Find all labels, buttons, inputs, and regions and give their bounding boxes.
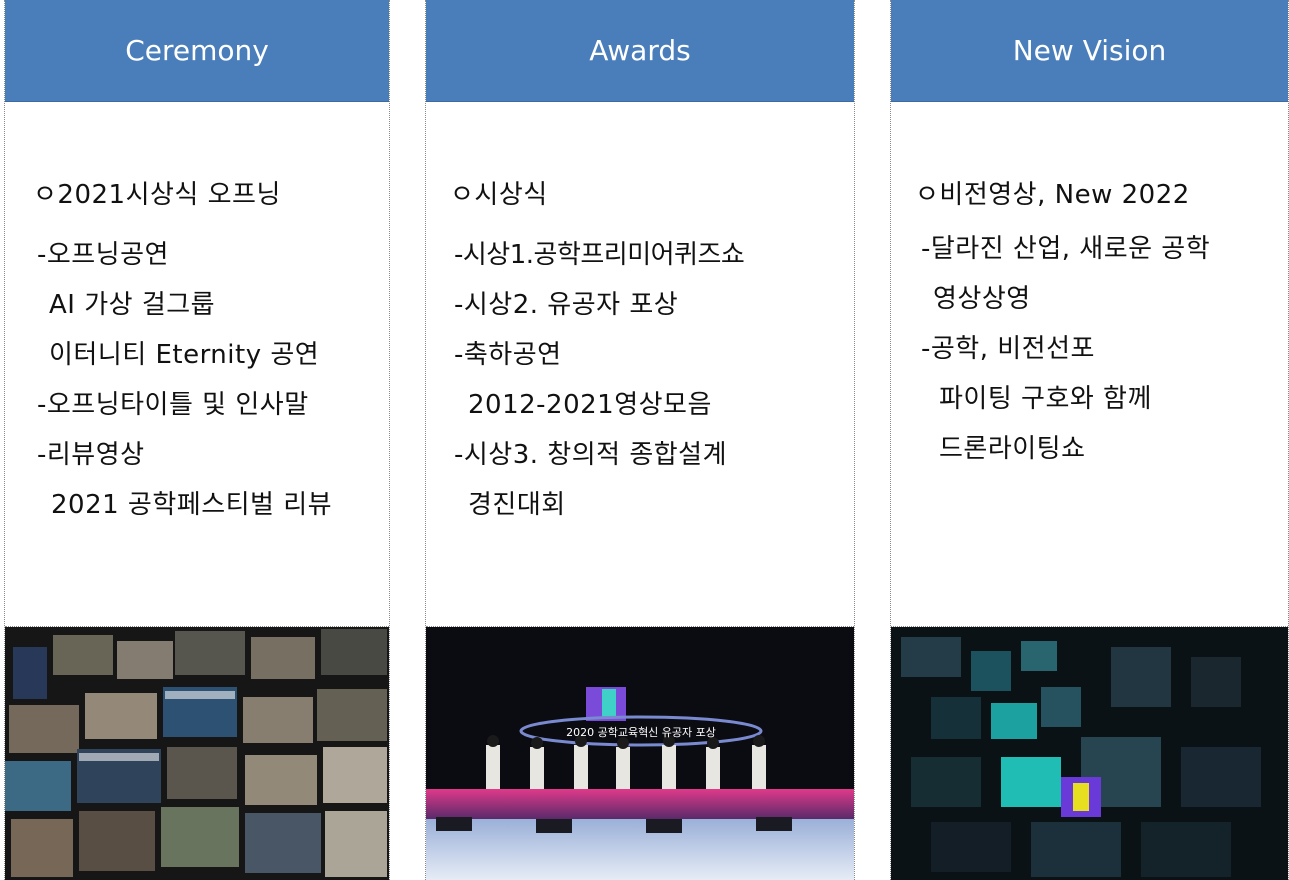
awards-header: Awards <box>426 0 854 102</box>
ceremony-line-5: -오프닝타이틀 및 인사말 <box>37 390 309 420</box>
ceremony-header-label: Ceremony <box>125 34 269 67</box>
awards-line-6: -시상3. 창의적 종합설계 <box>454 440 727 470</box>
new-vision-column: New Vision ㅇ비전영상, New 2022 -달라진 산업, 새로운 … <box>890 0 1289 880</box>
awards-stage-graphic: 2020 공학교육혁신 유공자 포상 <box>426 627 854 880</box>
new-vision-line-5: 파이팅 구호와 함께 <box>939 384 1152 414</box>
new-vision-line-6: 드론라이팅쇼 <box>939 434 1086 464</box>
awards-banner-text: 2020 공학교육혁신 유공자 포상 <box>566 726 716 739</box>
ceremony-collage-photo <box>5 627 389 880</box>
new-vision-line-2: -달라진 산업, 새로운 공학 <box>921 234 1211 264</box>
ceremony-column: Ceremony ㅇ2021시상식 오프닝 -오프닝공연 AI 가상 걸그룹 이… <box>4 0 390 880</box>
new-vision-line-4: -공학, 비전선포 <box>921 334 1095 364</box>
new-vision-line-3: 영상상영 <box>933 284 1031 314</box>
awards-line-2: -시상1.공학프리미어퀴즈쇼 <box>454 240 745 270</box>
new-vision-header: New Vision <box>891 0 1288 102</box>
ceremony-line-1: ㅇ2021시상식 오프닝 <box>33 180 281 210</box>
new-vision-text-box: ㅇ비전영상, New 2022 -달라진 산업, 새로운 공학 영상상영 -공학… <box>891 102 1288 627</box>
ceremony-collage-graphic <box>5 627 389 880</box>
ceremony-line-7: 2021 공학페스티벌 리뷰 <box>51 490 333 520</box>
ceremony-text-box: ㅇ2021시상식 오프닝 -오프닝공연 AI 가상 걸그룹 이터니티 Etern… <box>5 102 389 627</box>
ceremony-line-3: AI 가상 걸그룹 <box>49 290 216 320</box>
awards-line-7: 경진대회 <box>468 490 566 520</box>
ceremony-header: Ceremony <box>5 0 389 102</box>
awards-header-label: Awards <box>589 34 691 67</box>
new-vision-circuit-graphic <box>891 627 1288 880</box>
awards-line-4: -축하공연 <box>454 340 562 370</box>
new-vision-line-1: ㅇ비전영상, New 2022 <box>915 180 1190 210</box>
awards-line-3: -시상2. 유공자 포상 <box>454 290 679 320</box>
awards-column: Awards ㅇ시상식 -시상1.공학프리미어퀴즈쇼 -시상2. 유공자 포상 … <box>425 0 855 880</box>
awards-line-1: ㅇ시상식 <box>450 180 548 210</box>
new-vision-header-label: New Vision <box>1012 34 1167 67</box>
awards-stage-photo: 2020 공학교육혁신 유공자 포상 <box>426 627 854 880</box>
awards-text-box: ㅇ시상식 -시상1.공학프리미어퀴즈쇼 -시상2. 유공자 포상 -축하공연 2… <box>426 102 854 627</box>
new-vision-circuit-photo <box>891 627 1288 880</box>
awards-line-5: 2012-2021영상모음 <box>468 390 712 420</box>
ceremony-line-4: 이터니티 Eternity 공연 <box>49 340 320 370</box>
ceremony-line-2: -오프닝공연 <box>37 240 169 270</box>
ceremony-line-6: -리뷰영상 <box>37 440 145 470</box>
